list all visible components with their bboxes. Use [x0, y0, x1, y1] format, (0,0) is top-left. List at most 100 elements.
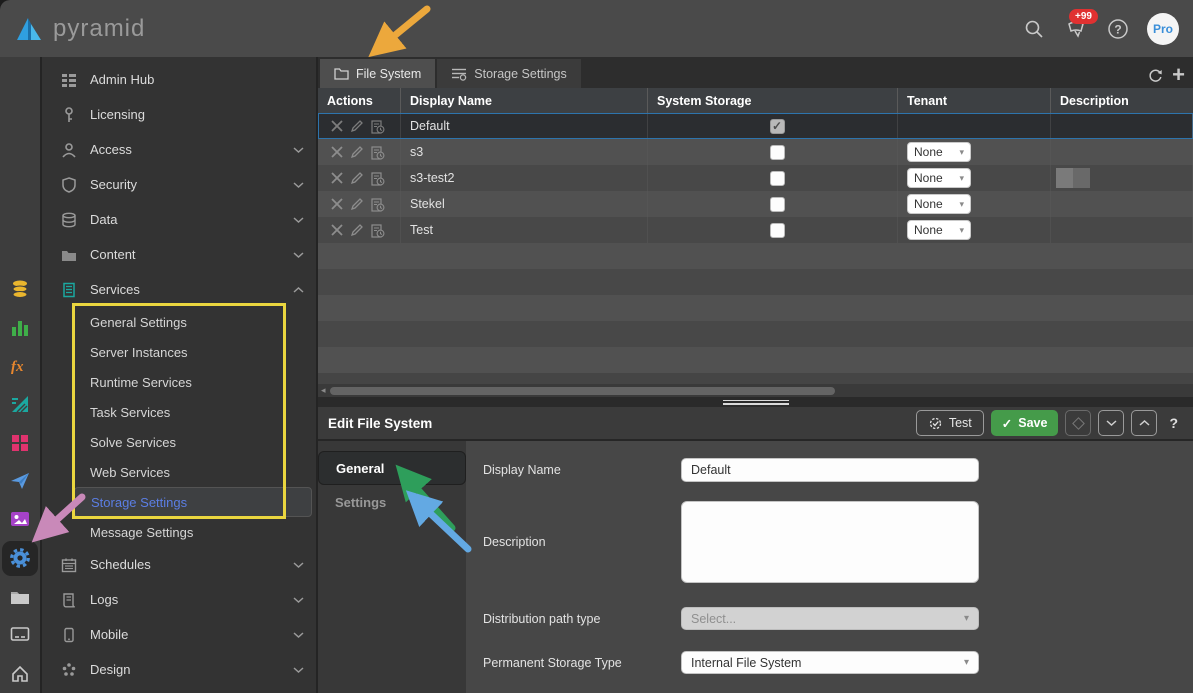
search-icon[interactable] — [1021, 16, 1047, 42]
diamond-button[interactable] — [1065, 410, 1091, 436]
edit-pencil-icon[interactable] — [350, 197, 364, 211]
history-clipboard-icon[interactable] — [370, 171, 385, 186]
monitor-icon[interactable] — [2, 616, 38, 654]
chevron-down-icon — [293, 592, 304, 607]
formulas-fx-icon[interactable]: fx — [2, 347, 38, 385]
sidebar-subitem-server-instances[interactable]: Server Instances — [42, 337, 316, 367]
history-clipboard-icon[interactable] — [370, 119, 385, 134]
collapse-down-button[interactable] — [1098, 410, 1124, 436]
description-textarea[interactable] — [681, 501, 979, 583]
sidebar-item-licensing[interactable]: Licensing — [42, 97, 316, 132]
sidebar-subitem-solve-services[interactable]: Solve Services — [42, 427, 316, 457]
system-storage-checkbox[interactable]: ✓ — [770, 119, 785, 134]
history-clipboard-icon[interactable] — [370, 223, 385, 238]
help-icon[interactable]: ? — [1105, 16, 1131, 42]
sidebar-item-mobile[interactable]: Mobile — [42, 617, 316, 652]
design-dots-icon — [60, 661, 77, 678]
edit-pencil-icon[interactable] — [350, 171, 364, 185]
header-system-storage[interactable]: System Storage — [648, 88, 898, 113]
apps-grid-icon[interactable] — [2, 423, 38, 461]
sidebar-subitem-runtime-services[interactable]: Runtime Services — [42, 367, 316, 397]
sidebar-item-content[interactable]: Content — [42, 237, 316, 272]
edit-pencil-icon[interactable] — [350, 119, 364, 133]
sidebar-subitem-task-services[interactable]: Task Services — [42, 397, 316, 427]
avatar[interactable]: Pro — [1147, 13, 1179, 45]
table-row[interactable]: Default ✓ — [318, 113, 1193, 139]
horizontal-scrollbar[interactable]: ◂ — [318, 384, 1193, 397]
scrollbar-thumb[interactable] — [330, 387, 835, 395]
system-storage-checkbox[interactable] — [770, 223, 785, 238]
system-storage-checkbox[interactable] — [770, 171, 785, 186]
notifications-icon[interactable]: +99 — [1063, 16, 1089, 42]
tenant-select[interactable]: None▾ — [907, 220, 971, 240]
tab-storage-settings[interactable]: Storage Settings — [437, 59, 580, 88]
tenant-select[interactable]: None▾ — [907, 142, 971, 162]
history-clipboard-icon[interactable] — [370, 145, 385, 160]
system-storage-checkbox[interactable] — [770, 197, 785, 212]
delete-icon[interactable] — [330, 197, 344, 211]
sidebar-item-schedules[interactable]: Schedules — [42, 547, 316, 582]
table-row[interactable]: s3 None▾ — [318, 139, 1193, 165]
sidebar-item-design[interactable]: Design — [42, 652, 316, 687]
edit-pencil-icon[interactable] — [350, 223, 364, 237]
subitem-label: Storage Settings — [91, 495, 187, 510]
delete-icon[interactable] — [330, 171, 344, 185]
header-tenant[interactable]: Tenant — [898, 88, 1051, 113]
edit-pencil-icon[interactable] — [350, 145, 364, 159]
refresh-icon[interactable] — [1147, 67, 1164, 84]
tenant-select[interactable]: None▾ — [907, 194, 971, 214]
permanent-storage-type-select[interactable]: Internal File System ▾ — [681, 651, 979, 674]
sidebar-subitem-storage-settings[interactable]: Storage Settings — [74, 487, 312, 517]
sidebar-item-security[interactable]: Security — [42, 167, 316, 202]
tenant-select[interactable]: None▾ — [907, 168, 971, 188]
header-actions[interactable]: Actions — [318, 88, 401, 113]
table-row[interactable]: Stekel None▾ — [318, 191, 1193, 217]
sidebar-item-access[interactable]: Access — [42, 132, 316, 167]
add-icon[interactable]: + — [1172, 66, 1185, 84]
publish-plane-icon[interactable] — [2, 462, 38, 500]
subitem-label: General Settings — [90, 315, 187, 330]
panel-help-button[interactable]: ? — [1164, 415, 1183, 431]
chevron-down-icon — [293, 662, 304, 677]
present-icon[interactable] — [2, 385, 38, 423]
delete-icon[interactable] — [330, 145, 344, 159]
bar-chart-icon[interactable] — [2, 308, 38, 346]
home-icon[interactable] — [2, 655, 38, 693]
tab-general[interactable]: General — [318, 451, 466, 485]
header-display-name[interactable]: Display Name — [401, 88, 648, 113]
sidebar-item-services[interactable]: Services — [42, 272, 316, 307]
display-name-input[interactable] — [681, 458, 979, 482]
splitter-handle-icon[interactable] — [723, 400, 789, 405]
table-row[interactable]: s3-test2 None▾ — [318, 165, 1193, 191]
collapse-up-button[interactable] — [1131, 410, 1157, 436]
folder-icon[interactable] — [2, 578, 38, 616]
databases-icon[interactable] — [2, 270, 38, 308]
tab-file-system[interactable]: File System — [320, 59, 435, 88]
image-icon[interactable] — [2, 500, 38, 538]
sidebar-subitem-message-settings[interactable]: Message Settings — [42, 517, 316, 547]
delete-icon[interactable] — [330, 223, 344, 237]
row-display-name: s3 — [401, 139, 648, 165]
sidebar-subitem-web-services[interactable]: Web Services — [42, 457, 316, 487]
sidebar-subitem-general-settings[interactable]: General Settings — [42, 307, 316, 337]
system-storage-checkbox[interactable] — [770, 145, 785, 160]
chevron-down-icon: ▾ — [964, 657, 969, 668]
sidebar-item-admin-hub[interactable]: Admin Hub — [42, 62, 316, 97]
scroll-left-icon[interactable]: ◂ — [321, 385, 326, 396]
test-button[interactable]: Test — [916, 410, 984, 436]
table-row[interactable]: Test None▾ — [318, 217, 1193, 243]
save-button[interactable]: ✓ Save — [991, 410, 1059, 436]
admin-gear-icon[interactable] — [2, 541, 38, 576]
redacted-description — [1056, 168, 1090, 188]
sidebar-item-data[interactable]: Data — [42, 202, 316, 237]
delete-icon[interactable] — [330, 119, 344, 133]
top-bar: pyramid +99 ? Pro — [0, 0, 1193, 57]
distribution-path-type-select[interactable]: Select... ▾ — [681, 607, 979, 630]
chevron-down-icon: ▾ — [959, 199, 964, 210]
history-clipboard-icon[interactable] — [370, 197, 385, 212]
panel-splitter[interactable] — [318, 397, 1193, 407]
edit-form: Display Name Description Distribution pa… — [466, 441, 1193, 693]
tab-settings[interactable]: Settings — [318, 485, 466, 519]
header-description[interactable]: Description — [1051, 88, 1193, 113]
sidebar-item-logs[interactable]: Logs — [42, 582, 316, 617]
